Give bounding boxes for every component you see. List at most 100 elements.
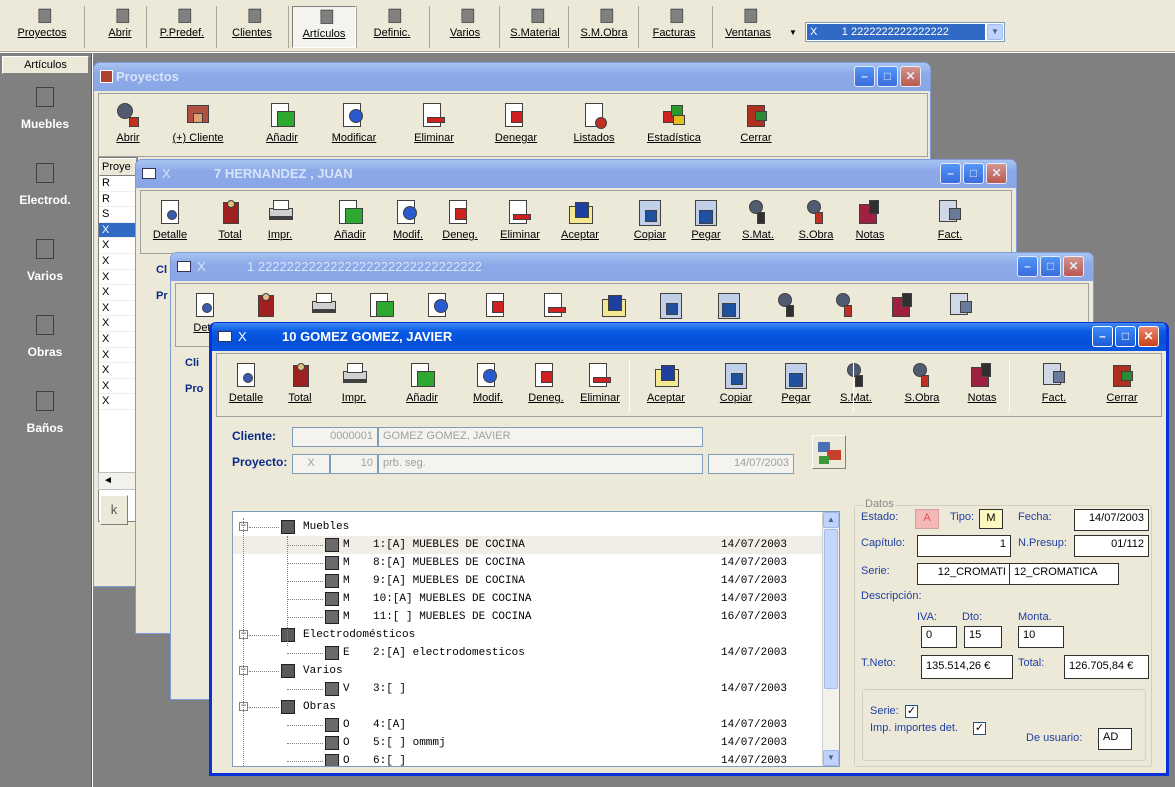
tree-item[interactable]: M 9:[A] MUEBLES DE COCINA 14/07/2003 <box>233 572 823 590</box>
project-row[interactable]: X <box>99 394 137 410</box>
tree-group[interactable]: − Electrodomésticos <box>233 626 823 644</box>
hernandez-title-bar[interactable]: X 7 HERNANDEZ , JUAN – □ ✕ <box>136 160 1016 188</box>
left-panel-electrod-button[interactable]: Electrod. <box>4 159 86 229</box>
serie-name-field[interactable]: 12_CROMATICA <box>1009 563 1119 585</box>
modificar-button[interactable]: Modificar <box>325 98 383 154</box>
tree-item[interactable]: V 3:[ ] 14/07/2003 <box>233 680 823 698</box>
fact-button[interactable]: Fact. <box>1025 358 1083 414</box>
main-toolbar-p-predef-button[interactable]: P.Predef. <box>150 6 214 48</box>
fact-button[interactable]: Fact. <box>921 195 979 251</box>
serie-code-field[interactable]: 12_CROMATI <box>917 563 1011 585</box>
main-toolbar-clientes-button[interactable]: Clientes <box>220 6 284 48</box>
usuario-field[interactable]: AD <box>1098 728 1132 750</box>
project-row[interactable]: X <box>99 348 137 364</box>
anadir-button[interactable]: Añadir <box>253 98 311 154</box>
npresup-field[interactable]: 01/112 <box>1074 535 1149 557</box>
minimize-button[interactable]: – <box>940 163 961 184</box>
proyecto-date-field[interactable]: 14/07/2003 <box>708 454 794 474</box>
scroll-up-button[interactable]: ▲ <box>823 512 839 528</box>
tree-vscroll[interactable]: ▲ ▼ <box>822 512 839 766</box>
project-row[interactable]: X <box>99 270 137 286</box>
projects-hscroll[interactable]: ◄ <box>98 472 138 490</box>
maximize-button[interactable]: □ <box>1040 256 1061 277</box>
left-panel-varios-button[interactable]: Varios <box>4 235 86 305</box>
listados-button[interactable]: Listados <box>565 98 623 154</box>
gomez-title-bar[interactable]: X 10 GOMEZ GOMEZ, JAVIER – □ ✕ <box>212 323 1166 351</box>
project-row[interactable]: R <box>99 176 137 192</box>
modif-button[interactable]: Modif. <box>459 358 517 414</box>
monta-field[interactable]: 10 <box>1018 626 1064 648</box>
aceptar-button[interactable]: Aceptar <box>551 195 609 251</box>
dto-field[interactable]: 15 <box>964 626 1002 648</box>
client-project-lookup-button[interactable] <box>812 435 846 469</box>
anadir-button[interactable]: Añadir <box>393 358 451 414</box>
eliminar-button[interactable]: Eliminar <box>491 195 549 251</box>
estado-field[interactable]: A <box>915 509 939 529</box>
close-button[interactable]: ✕ <box>900 66 921 87</box>
tree-item[interactable]: M 8:[A] MUEBLES DE COCINA 14/07/2003 <box>233 554 823 572</box>
modif-button[interactable]: Modif. <box>379 195 437 251</box>
cliente-button[interactable]: (+) Cliente <box>169 98 227 154</box>
denegar-button[interactable]: Denegar <box>487 98 545 154</box>
proyecto-name-field[interactable]: prb. seg. <box>378 454 703 474</box>
left-panel-muebles-button[interactable]: Muebles <box>4 83 86 153</box>
tree-item[interactable]: M 1:[A] MUEBLES DE COCINA 14/07/2003 <box>233 536 823 554</box>
tree-item[interactable]: O 6:[ ] 14/07/2003 <box>233 752 823 766</box>
estadistica-button[interactable]: Estadística <box>645 98 703 154</box>
cliente-name-field[interactable]: GOMEZ GOMEZ, JAVIER <box>378 427 703 447</box>
copiar-button[interactable]: Copiar <box>621 195 679 251</box>
minimize-button[interactable]: – <box>1017 256 1038 277</box>
detalle-button[interactable]: Detalle <box>141 195 199 251</box>
s-mat-button[interactable]: S.Mat. <box>729 195 787 251</box>
tree-item[interactable]: O 4:[A] 14/07/2003 <box>233 716 823 734</box>
notas-button[interactable]: Notas <box>953 358 1011 414</box>
project-row[interactable]: X <box>99 379 137 395</box>
capitulo-field[interactable]: 1 <box>917 535 1011 557</box>
tree-item[interactable]: O 5:[ ] ommmj 14/07/2003 <box>233 734 823 752</box>
close-button[interactable]: ✕ <box>1063 256 1084 277</box>
project-row[interactable]: X <box>99 363 137 379</box>
maximize-button[interactable]: □ <box>963 163 984 184</box>
projects-bottom-button[interactable]: k <box>100 495 128 525</box>
scroll-down-button[interactable]: ▼ <box>823 750 839 766</box>
minimize-button[interactable]: – <box>1092 326 1113 347</box>
project-row[interactable]: X <box>99 332 137 348</box>
deneg-button[interactable]: Deneg. <box>431 195 489 251</box>
impr-button[interactable]: Impr. <box>325 358 383 414</box>
main-toolbar-abrir-button[interactable]: Abrir <box>88 6 152 48</box>
notas-button[interactable]: Notas <box>841 195 899 251</box>
eliminar-button[interactable]: Eliminar <box>405 98 463 154</box>
main-toolbar-ventanas-button[interactable]: Ventanas <box>716 6 780 48</box>
proyecto-x-field[interactable]: X <box>292 454 330 474</box>
tipo-field[interactable]: M <box>979 509 1003 529</box>
tree-item[interactable]: M 11:[ ] MUEBLES DE COCINA 16/07/2003 <box>233 608 823 626</box>
impr-button[interactable]: Impr. <box>251 195 309 251</box>
eliminar-button[interactable]: Eliminar <box>571 358 629 414</box>
s-mat-button[interactable]: S.Mat. <box>827 358 885 414</box>
iva-field[interactable]: 0 <box>921 626 957 648</box>
projects-title-bar[interactable]: Proyectos – □ ✕ <box>94 63 930 91</box>
cerrar-button[interactable]: Cerrar <box>727 98 785 154</box>
project-2222-title-bar[interactable]: X 1 2222222222222222222222222222222 – □ … <box>171 253 1093 281</box>
imp-importes-checkbox[interactable]: ✓ <box>973 722 986 735</box>
tree-item[interactable]: M 10:[A] MUEBLES DE COCINA 14/07/2003 <box>233 590 823 608</box>
abrir-button[interactable]: Abrir <box>99 98 157 154</box>
window-combo[interactable]: X 1 2222222222222222 ▼ <box>805 22 1005 42</box>
left-panel-header[interactable]: Artículos <box>2 56 89 74</box>
anadir-button[interactable]: Añadir <box>321 195 379 251</box>
tree-group[interactable]: − Varios <box>233 662 823 680</box>
scroll-thumb[interactable] <box>824 529 838 689</box>
total-button[interactable]: Total <box>271 358 329 414</box>
close-button[interactable]: ✕ <box>986 163 1007 184</box>
s-obra-button[interactable]: S.Obra <box>787 195 845 251</box>
main-toolbar-s-m-obra-button[interactable]: S.M.Obra <box>572 6 636 48</box>
project-row[interactable]: X <box>99 254 137 270</box>
project-row[interactable]: X <box>99 301 137 317</box>
close-button[interactable]: ✕ <box>1138 326 1159 347</box>
project-row[interactable]: R <box>99 192 137 208</box>
proyecto-num-field[interactable]: 10 <box>330 454 378 474</box>
main-toolbar-proyectos-button[interactable]: Proyectos <box>4 6 80 48</box>
project-row[interactable]: X <box>99 285 137 301</box>
maximize-button[interactable]: □ <box>1115 326 1136 347</box>
project-row[interactable]: X <box>99 238 137 254</box>
